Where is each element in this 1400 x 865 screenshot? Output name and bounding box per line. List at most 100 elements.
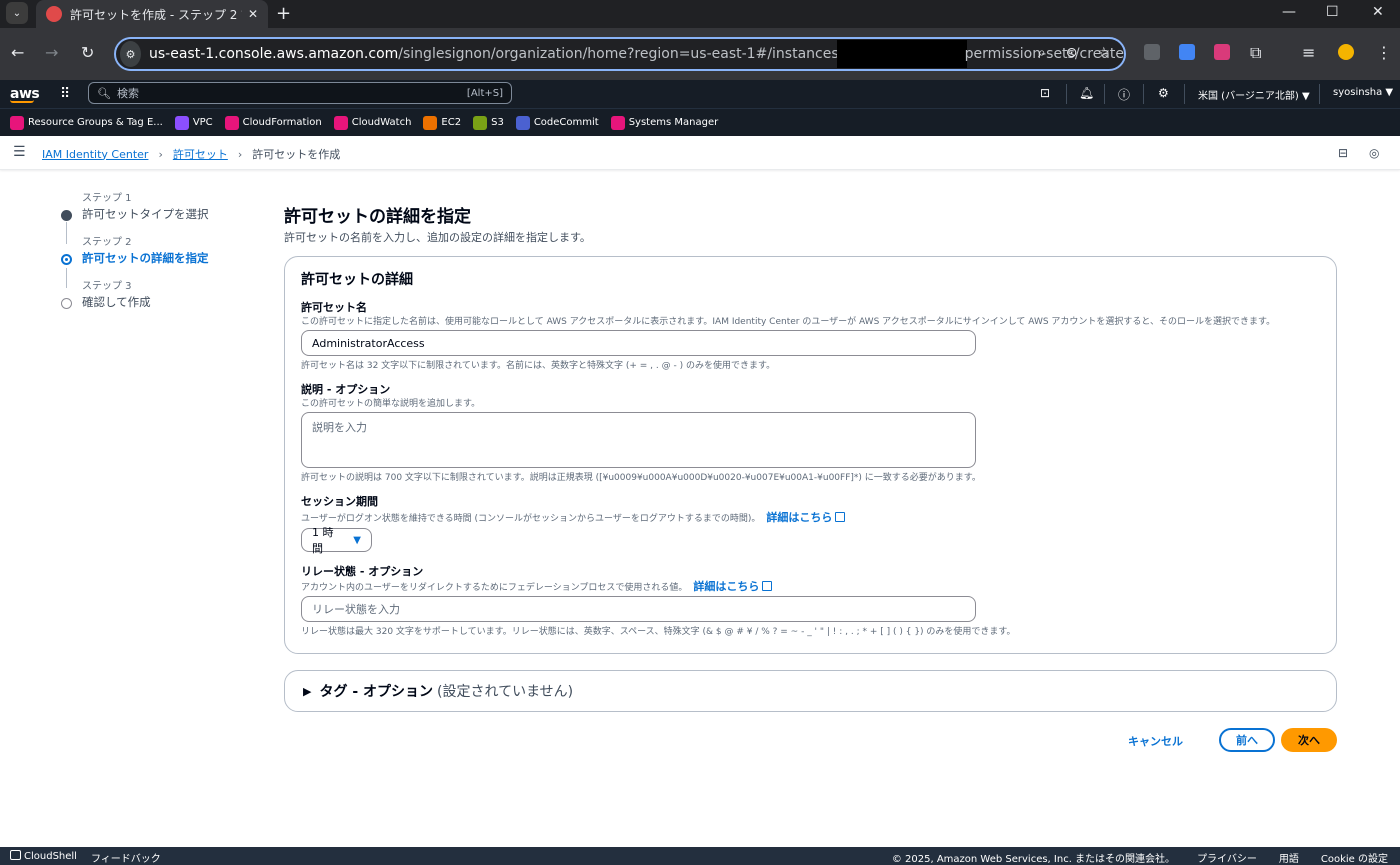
favorite-cloudwatch[interactable]: CloudWatch [333, 115, 411, 130]
favorite-cloudformation[interactable]: CloudFormation [224, 115, 322, 130]
console-search-input[interactable]: 🔍︎ 検索 [Alt+S] [88, 82, 512, 104]
url-text: us-east-1.console.aws.amazon.com /single… [149, 40, 1124, 68]
redacted-block [836, 40, 967, 68]
services-grid-icon[interactable]: ⠿ [60, 86, 70, 102]
browser-toolbar: ← → ↻ ⚙ us-east-1.console.aws.amazon.com… [0, 28, 1400, 80]
wizard-step-2: ステップ 2 許可セットの詳細を指定 [58, 236, 268, 280]
terms-link[interactable]: 用語 [1279, 850, 1299, 865]
panel-toggle-icon[interactable]: ⊟ [1338, 146, 1348, 160]
favorite-systems-manager[interactable]: Systems Manager [610, 115, 718, 130]
breadcrumb: IAM Identity Center › 許可セット › 許可セットを作成 [42, 146, 340, 162]
back-arrow-icon[interactable]: ← [11, 43, 24, 62]
region-selector[interactable]: 米国 (バージニア北部) ▼ [1198, 87, 1310, 102]
previous-button[interactable]: 前へ [1219, 728, 1275, 752]
aws-favicon-icon [46, 6, 62, 22]
service-icon [224, 115, 239, 130]
translate-icon[interactable] [1179, 44, 1195, 60]
media-control-icon[interactable]: ≡ [1302, 43, 1315, 62]
side-nav-menu-icon[interactable]: ☰ [13, 144, 26, 160]
name-label: 許可セット名 [301, 301, 367, 314]
description-textarea[interactable] [301, 412, 976, 468]
step-current-icon [61, 254, 72, 265]
site-info-icon[interactable]: ⚙ [120, 41, 142, 67]
wizard-steps: ステップ 1 許可セットタイプを選択 ステップ 2 許可セットの詳細を指定 ステ… [58, 192, 268, 324]
session-duration-select[interactable]: 1 時間 ▼ [301, 526, 372, 555]
profile-avatar-icon[interactable] [1338, 44, 1354, 60]
external-link-icon [762, 581, 773, 591]
browser-tab-strip: ⌄ 許可セットを作成 - ステップ 2 許可 ✕ + — ☐ ✕ [0, 0, 1400, 28]
name-constraint: 許可セット名は 32 文字以下に制限されています。名前には、英数字と特殊文字 (… [301, 361, 776, 371]
feedback-link[interactable]: フィードバック [91, 850, 161, 865]
service-icon [423, 115, 438, 130]
address-bar[interactable]: ⚙ us-east-1.console.aws.amazon.com /sing… [114, 37, 1126, 71]
breadcrumb-bar: ☰ IAM Identity Center › 許可セット › 許可セットを作成… [0, 136, 1400, 170]
notifications-bell-icon[interactable]: 🔔︎ [1079, 86, 1094, 100]
forward-arrow-icon[interactable]: → [45, 43, 58, 62]
minimize-icon[interactable]: — [1282, 4, 1296, 20]
caret-down-icon: ▼ [353, 534, 361, 546]
aws-logo[interactable]: aws [10, 86, 40, 103]
relay-state-constraint: リレー状態は最大 320 文字をサポートしています。リレー状態には、英数字、スペ… [301, 627, 1016, 637]
tags-expandable-section[interactable]: ▶ タグ - オプション (設定されていません) [284, 670, 1337, 712]
tags-title: タグ - オプション [319, 684, 434, 700]
reload-icon[interactable]: ↻ [81, 43, 94, 62]
browser-menu-icon[interactable]: ⋮ [1376, 43, 1392, 62]
relay-state-help: アカウント内のユーザーをリダイレクトするためにフェデレーションプロセスで使用され… [301, 578, 773, 594]
description-help: この許可セットの簡単な説明を追加します。 [301, 399, 481, 409]
account-menu[interactable]: syosinsha ▼ [1333, 87, 1393, 98]
new-tab-button[interactable]: + [276, 3, 291, 24]
cloudshell-button[interactable]: CloudShell [10, 850, 77, 862]
breadcrumb-iam-identity-center[interactable]: IAM Identity Center [42, 148, 148, 161]
zoom-icon[interactable]: ⌕ [1038, 45, 1046, 61]
tab-title: 許可セットを作成 - ステップ 2 許可 [70, 7, 242, 22]
close-window-icon[interactable]: ✕ [1372, 4, 1384, 20]
permission-set-name-input[interactable] [301, 330, 976, 356]
favorite-s3[interactable]: S3 [473, 115, 504, 130]
maximize-icon[interactable]: ☐ [1326, 4, 1339, 20]
settings-gear-icon[interactable]: ⚙ [1158, 86, 1169, 100]
breadcrumb-current: 許可セットを作成 [252, 148, 341, 161]
description-label: 説明 - オプション [301, 383, 391, 396]
privacy-link[interactable]: プライバシー [1197, 850, 1257, 865]
extension-icon[interactable] [1144, 44, 1160, 60]
tags-status: (設定されていません) [437, 684, 574, 700]
relay-state-label: リレー状態 - オプション [301, 565, 424, 578]
session-duration-value: 1 時間 [312, 526, 334, 555]
url-path: /singlesignon/organization/home?region=u… [398, 46, 839, 62]
bookmark-star-icon[interactable]: ☆ [1097, 45, 1110, 61]
page-description: 許可セットの名前を入力し、追加の設定の詳細を指定します。 [284, 231, 591, 244]
relay-learn-more-link[interactable]: 詳細はこちら [693, 578, 773, 594]
browser-tab[interactable]: 許可セットを作成 - ステップ 2 許可 ✕ [36, 0, 268, 28]
cancel-button[interactable]: キャンセル [1128, 733, 1183, 749]
location-icon[interactable]: ⊙ [1066, 45, 1078, 61]
caret-right-icon: ▶ [303, 684, 312, 698]
close-tab-icon[interactable]: ✕ [248, 7, 258, 21]
service-icon [515, 115, 530, 130]
service-icon [473, 115, 488, 130]
cookie-settings-link[interactable]: Cookie の設定 [1321, 850, 1388, 865]
chevron-right-icon: › [158, 147, 163, 161]
cloudshell-icon [10, 850, 21, 860]
favorite-codecommit[interactable]: CodeCommit [515, 115, 599, 130]
favorites-bar: Resource Groups & Tag E... VPC CloudFormat… [0, 108, 1400, 136]
chevron-right-icon: › [237, 147, 243, 161]
favorite-vpc[interactable]: VPC [174, 115, 213, 130]
help-icon[interactable]: ⓘ [1118, 86, 1130, 103]
session-learn-more-link[interactable]: 詳細はこちら [766, 509, 846, 525]
favorite-ec2[interactable]: EC2 [423, 115, 461, 130]
permission-set-details-panel: 許可セットの詳細 許可セット名 この許可セットに指定した名前は、使用可能なロール… [284, 256, 1337, 654]
wizard-step-1[interactable]: ステップ 1 許可セットタイプを選択 [58, 192, 268, 236]
extensions-puzzle-icon[interactable]: ⧉ [1250, 43, 1261, 63]
link-extension-icon[interactable] [1214, 44, 1230, 60]
tools-panel-icon[interactable]: ◎ [1369, 146, 1379, 160]
favorite-resource-groups-tag-e[interactable]: Resource Groups & Tag E... [10, 115, 163, 130]
breadcrumb-permission-sets[interactable]: 許可セット [173, 146, 228, 162]
search-shortcut: [Alt+S] [466, 87, 503, 99]
tab-search-button[interactable]: ⌄ [6, 2, 28, 24]
session-duration-help: ユーザーがログオン状態を維持できる時間 (コンソールがセッションからユーザーをロ… [301, 509, 846, 525]
next-button[interactable]: 次へ [1281, 728, 1337, 752]
service-icon [333, 115, 348, 130]
cloudshell-icon[interactable]: ⊡ [1040, 86, 1050, 100]
relay-state-input[interactable] [301, 596, 976, 622]
chevron-down-icon: ⌄ [12, 7, 22, 19]
